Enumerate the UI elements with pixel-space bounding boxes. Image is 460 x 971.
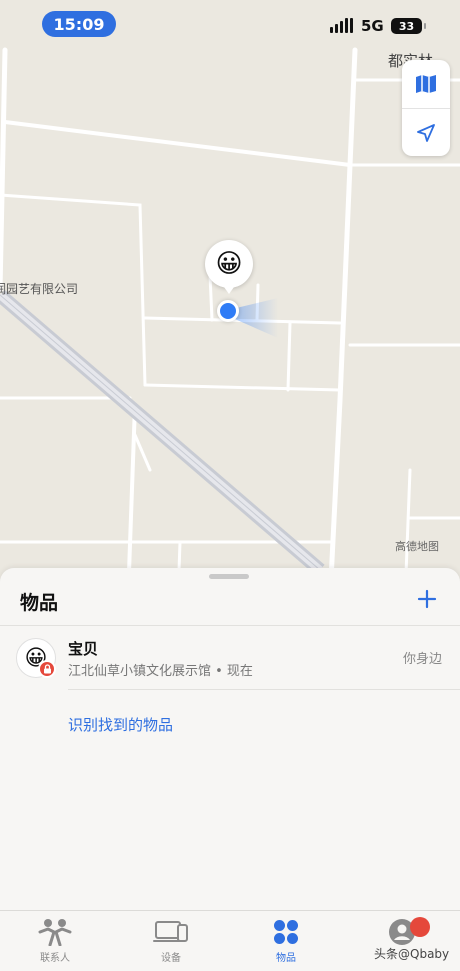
- item-name: 宝贝: [68, 640, 99, 658]
- map-mode-button[interactable]: [402, 60, 450, 108]
- watermark: 头条@Qbaby: [374, 947, 450, 961]
- map-place-label: 润园艺有限公司: [0, 282, 79, 296]
- people-icon: [38, 919, 72, 946]
- items-icon: [274, 920, 298, 944]
- sheet-title: 物品: [20, 592, 59, 614]
- list-item[interactable]: 😀 宝贝 江北仙草小镇文化展示馆 • 现在 你身边: [0, 626, 460, 690]
- battery-level: 33: [398, 19, 415, 33]
- add-item-button[interactable]: [412, 584, 442, 614]
- plus-icon: [417, 589, 437, 609]
- status-bar: 15:09 5G 33: [0, 0, 460, 48]
- devices-icon: [153, 921, 188, 942]
- tab-label: 设备: [161, 953, 181, 964]
- map-icon: [416, 75, 436, 93]
- map-attribution: 高德地图: [395, 540, 439, 553]
- network-type: 5G: [361, 17, 384, 35]
- tab-devices[interactable]: 设备: [131, 917, 211, 969]
- signal-icon: [330, 18, 353, 33]
- map-view[interactable]: 润园艺有限公司 都实林 高德地图 😀: [0, 0, 460, 600]
- status-time: 15:09: [42, 11, 116, 37]
- lock-icon: [38, 660, 56, 678]
- map-controls: [402, 60, 450, 156]
- item-proximity: 你身边: [402, 652, 442, 667]
- sheet-grabber[interactable]: [209, 574, 249, 579]
- location-arrow-icon: [417, 123, 435, 142]
- tab-people[interactable]: 联系人: [15, 917, 95, 969]
- identify-found-item-link[interactable]: 识别找到的物品: [68, 714, 173, 735]
- battery-icon: 33: [391, 18, 426, 34]
- item-location: 江北仙草小镇文化展示馆 • 现在: [68, 664, 253, 679]
- current-location-dot: [217, 300, 239, 322]
- notification-badge: [410, 917, 430, 937]
- divider: [68, 689, 460, 690]
- item-map-pin[interactable]: 😀: [205, 240, 253, 294]
- tab-label: 物品: [276, 953, 296, 964]
- items-sheet: 物品 😀 宝贝 江北仙草小镇文化展示馆 • 现在 你身边 识别找到的物品: [0, 568, 460, 910]
- emoji-face-icon: 😀: [215, 249, 243, 279]
- tab-items[interactable]: 物品: [246, 917, 326, 969]
- tab-label: 联系人: [40, 953, 70, 964]
- locate-me-button[interactable]: [402, 108, 450, 156]
